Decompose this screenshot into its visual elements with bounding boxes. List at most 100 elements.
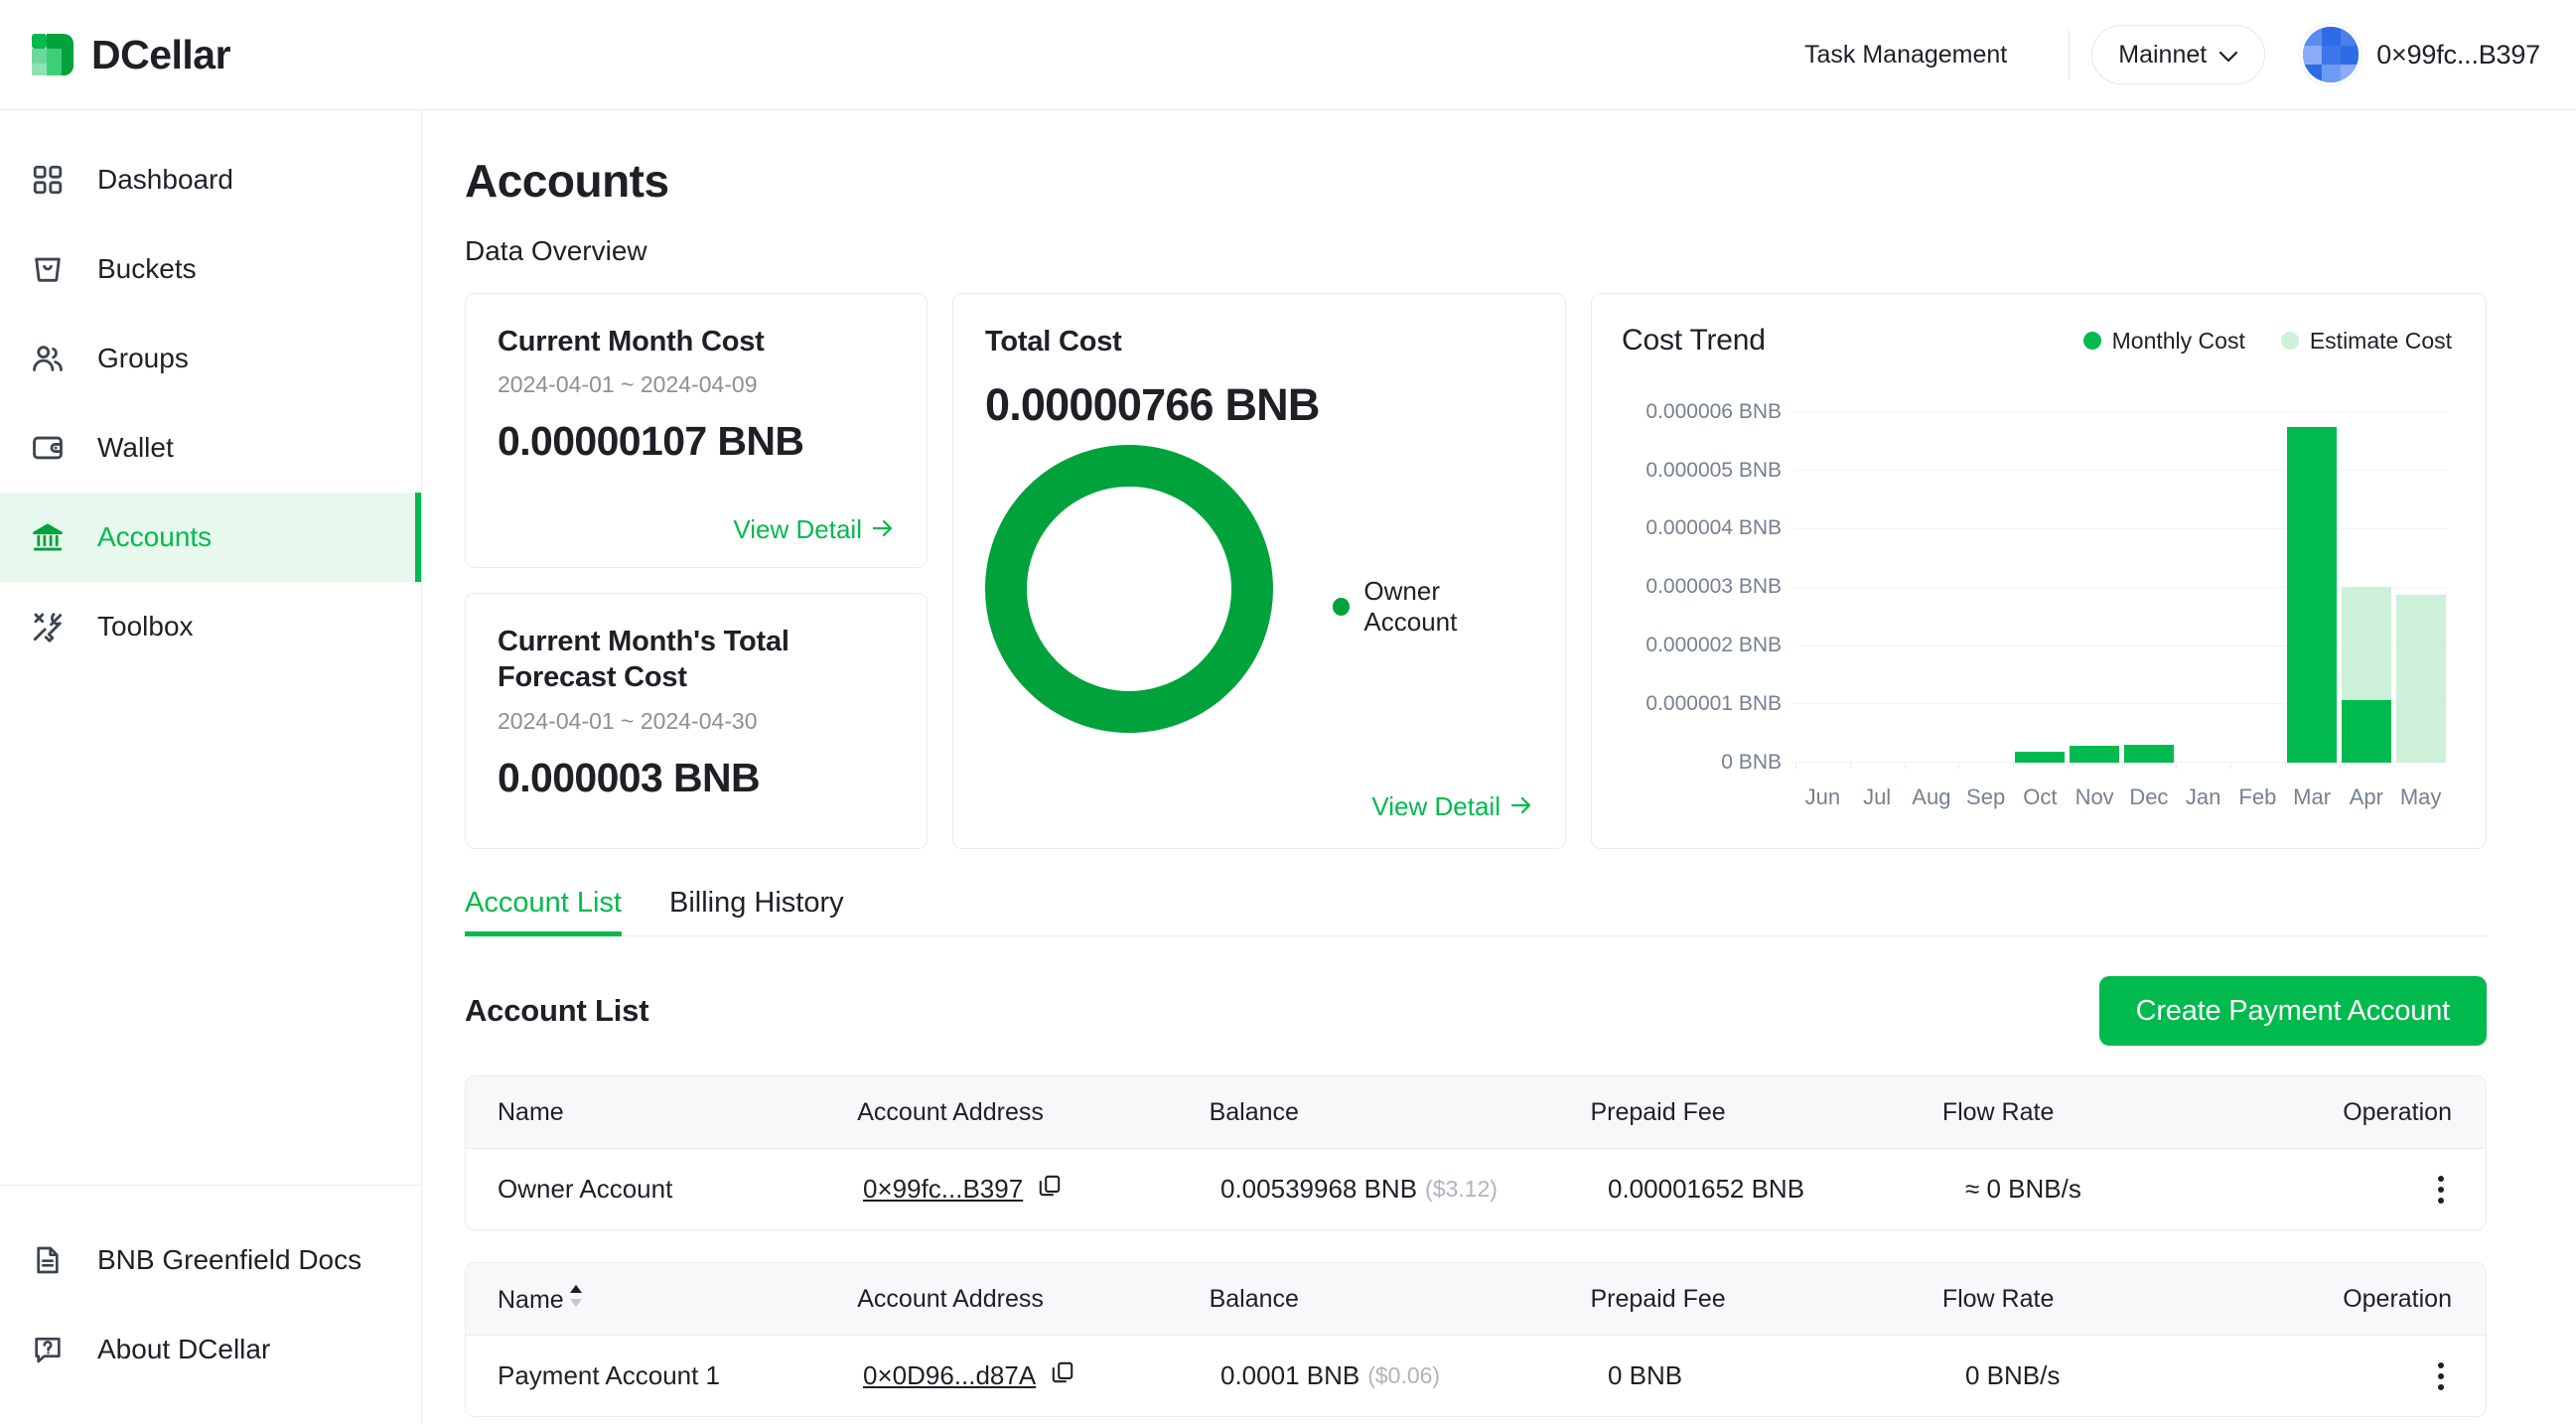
chart-bar-slot[interactable] [2285,395,2340,763]
chart-x-tick-label: Mar [2293,784,2332,809]
legend-item-estimate-cost[interactable]: Estimate Cost [2280,327,2452,355]
chart-x-tick-label: Nov [2075,784,2114,809]
table-column-header: Prepaid Fee [1590,1284,1726,1313]
chart-y-tick-label: 0.000005 BNB [1646,458,1782,482]
chart-x-tick-label: Oct [2023,784,2058,809]
chart-x-tick-label: Dec [2129,784,2169,809]
table-column-header: Balance [1209,1097,1299,1126]
chart-x-tickmark-slot [1849,762,1905,769]
chart-bar-slot[interactable] [1905,395,1959,763]
table-column-header[interactable]: Name [466,1284,847,1315]
app-logo[interactable]: DCellar [0,32,422,78]
table-row[interactable]: Payment Account 1 0×0D96...d87A 0.0001 BNB… [466,1335,2486,1416]
chart-x-tick-label: Jan [2185,784,2221,809]
chart-bar-slot[interactable] [2393,395,2448,763]
chart-x-tickmark-slot [1958,762,2013,769]
account-chip[interactable]: 0×99fc...B397 [2303,27,2540,82]
sidebar-item-about-dcellar[interactable]: About DCellar [0,1305,421,1394]
copy-icon[interactable] [1050,1359,1075,1392]
table-column-header: Account Address [857,1284,1044,1313]
account-table: Name Account Address Balance Prepaid Fee Flo… [465,1262,2487,1417]
tab-account-list[interactable]: Account List [465,887,622,936]
sidebar-item-dashboard[interactable]: Dashboard [0,135,421,224]
current-month-cost-card: Current Month Cost 2024-04-01 ~ 2024-04-… [465,293,928,568]
sidebar-item-label: Toolbox [97,611,194,641]
overview-cards-row: Current Month Cost 2024-04-01 ~ 2024-04-… [465,293,2487,849]
legend-color-swatch [2280,332,2299,350]
table-row[interactable]: Owner Account 0×99fc...B397 0.00539968 BNB… [466,1148,2486,1229]
legend-label: Estimate Cost [2309,327,2452,354]
network-selector[interactable]: Mainnet [2091,25,2266,84]
account-list-header: Account List Create Payment Account [465,976,2487,1046]
account-address-link[interactable]: 0×0D96...d87A [863,1360,1036,1391]
bank-icon [28,517,68,557]
chart-plot-area: 0 BNB 0.000001 BNB 0.000002 BNB 0.000003 BN… [1646,395,2448,774]
table-column-header: Balance [1209,1284,1299,1313]
page-title: Accounts [465,155,669,207]
cell-account-address: 0×0D96...d87A [853,1359,1211,1392]
account-tables: Name Account Address Balance Prepaid Fee Flo… [465,1075,2487,1417]
sidebar-item-label: Groups [97,343,189,373]
chart-x-tick-label: Jun [1804,784,1841,809]
sidebar: Dashboard Buckets Groups Wallet Accounts… [0,110,422,1424]
view-detail-link[interactable]: View Detail [1371,791,1533,822]
chart-title: Cost Trend [1622,324,1766,356]
chart-bar-slot[interactable] [2176,395,2230,763]
chart-x-tickmark [2393,762,2395,769]
cell-flow-rate: ≈ 0 BNB/s [1965,1174,2081,1204]
chart-x-tickmark [2230,762,2231,769]
chart-bar-monthly-cost [2341,700,2391,763]
chart-bars [1795,395,2448,763]
chart-bar-slot[interactable] [2122,395,2177,763]
sidebar-item-groups[interactable]: Groups [0,314,421,403]
table-column-header: Operation [2343,1284,2452,1313]
chart-x-tickmark [2013,762,2014,769]
chart-bar-slot[interactable] [1958,395,2013,763]
avatar [2303,27,2360,82]
chart-x-tickmark-slot [2176,762,2230,769]
table-header-row: Name Account Address Balance Prepaid Fee Flo… [466,1076,2486,1148]
table-column-header: Account Address [857,1097,1044,1126]
chart-bar-slot[interactable] [2068,395,2122,763]
cell-account-address: 0×99fc...B397 [853,1173,1211,1206]
view-detail-link[interactable]: View Detail [733,514,895,545]
legend-label: Monthly Cost [2111,327,2245,354]
create-payment-account-button[interactable]: Create Payment Account [2098,976,2487,1046]
row-menu-kebab-icon[interactable] [2430,1354,2452,1398]
cell-operation [2372,1168,2486,1211]
card-amount: 0.00000766 BNB [985,379,1320,431]
chart-bar-slot[interactable] [1795,395,1850,763]
sidebar-item-buckets[interactable]: Buckets [0,224,421,314]
sidebar-item-wallet[interactable]: Wallet [0,403,421,493]
app-logo-text: DCellar [91,31,231,77]
row-menu-kebab-icon[interactable] [2430,1168,2452,1211]
network-label: Mainnet [2118,40,2208,69]
copy-icon[interactable] [1037,1173,1063,1206]
chart-bar-slot[interactable] [2230,395,2285,763]
chart-x-tickmark-slot [2284,762,2340,769]
sidebar-item-label: Accounts [97,521,213,552]
legend-item-monthly-cost[interactable]: Monthly Cost [2082,327,2245,355]
account-address-link[interactable]: 0×99fc...B397 [863,1174,1023,1205]
chart-x-tickmark-slot [2393,762,2448,769]
sidebar-item-bnb-greenfield-docs[interactable]: BNB Greenfield Docs [0,1215,421,1305]
chevron-down-icon [2218,41,2238,70]
card-date-range: 2024-04-01 ~ 2024-04-30 [498,707,758,734]
view-detail-label: View Detail [733,514,862,544]
chart-bar-slot[interactable] [1850,395,1905,763]
tab-billing-history[interactable]: Billing History [669,887,844,935]
sidebar-item-accounts[interactable]: Accounts [0,493,421,582]
chart-x-tickmark-slot [2121,762,2177,769]
chart-x-tick-label: Jul [1863,784,1892,809]
chart-x-tickmark-slot [2339,762,2394,769]
account-tabs: Account List Billing History [465,887,2487,936]
chart-x-tickmark [2176,762,2178,769]
task-management-link[interactable]: Task Management [1765,41,2047,70]
view-detail-label: View Detail [1371,791,1501,821]
legend-color-swatch [1333,598,1351,617]
chart-bar-slot[interactable] [2340,395,2394,763]
chart-bar-slot[interactable] [2013,395,2068,763]
cell-name: Payment Account 1 [498,1360,721,1390]
overview-cards-left-column: Current Month Cost 2024-04-01 ~ 2024-04-… [465,293,928,849]
sidebar-item-toolbox[interactable]: Toolbox [0,582,421,671]
